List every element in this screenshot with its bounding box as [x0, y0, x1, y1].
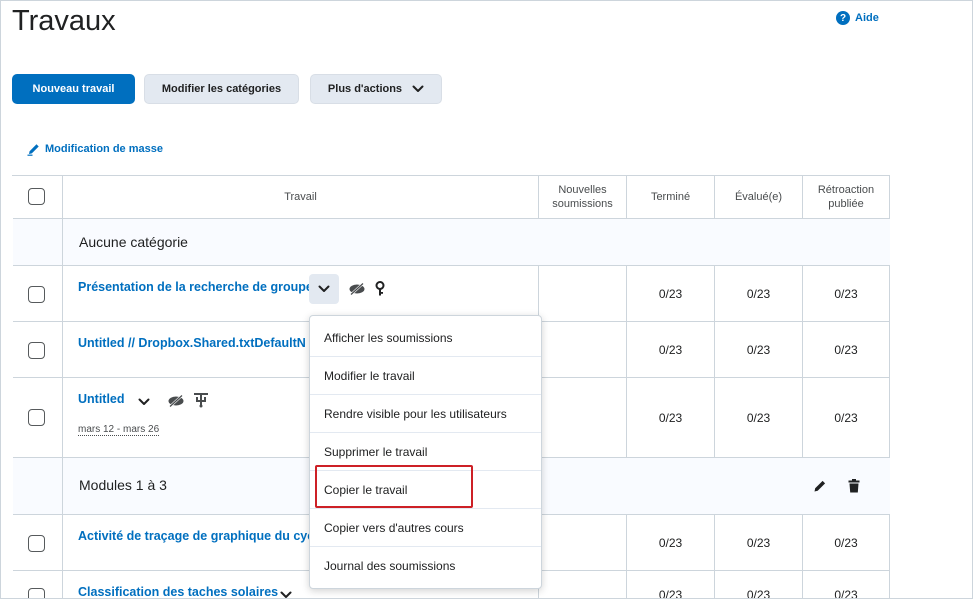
assignment-context-menu: Afficher les soumissions Modifier le tra…	[309, 315, 542, 589]
menu-item-edit-assignment[interactable]: Modifier le travail	[310, 357, 541, 395]
assignment-link[interactable]: Untitled	[78, 392, 125, 406]
assignments-page: Travaux ? Aide Nouveau travail Modifier …	[0, 0, 973, 599]
more-actions-label: Plus d'actions	[327, 83, 403, 95]
edit-category-button[interactable]	[811, 477, 829, 495]
chevron-down-icon	[280, 591, 292, 598]
evalue-value: 0/23	[715, 322, 803, 377]
table-header-row: Travail Nouvelles soumissions Terminé Év…	[13, 176, 890, 219]
termine-value: 0/23	[627, 571, 715, 598]
row-select-cell	[13, 266, 63, 321]
bulk-edit-label: Modification de masse	[45, 143, 163, 155]
header-travail[interactable]: Travail	[63, 176, 539, 218]
highlight-box	[315, 465, 473, 508]
pencil-icon	[27, 144, 39, 156]
row-checkbox[interactable]	[28, 588, 45, 598]
page-title: Travaux	[12, 5, 116, 37]
assignment-link[interactable]: Présentation de la recherche de groupe	[78, 280, 313, 294]
new-submissions-cell	[539, 515, 627, 570]
category-spacer	[13, 219, 63, 265]
new-submissions-cell	[539, 266, 627, 321]
evalue-value: 0/23	[715, 515, 803, 570]
hidden-eye-icon	[168, 394, 184, 408]
category-label: Modules 1 à 3	[79, 477, 167, 493]
header-termine: Terminé	[627, 176, 715, 218]
hidden-eye-icon	[349, 282, 365, 296]
menu-item-copy-to-other-courses[interactable]: Copier vers d'autres cours	[310, 509, 541, 547]
termine-value: 0/23	[627, 378, 715, 457]
help-label: Aide	[855, 12, 879, 24]
select-all-cell	[13, 176, 63, 218]
termine-value: 0/23	[627, 322, 715, 377]
termine-value: 0/23	[627, 515, 715, 570]
row-checkbox[interactable]	[28, 409, 45, 426]
termine-value: 0/23	[627, 266, 715, 321]
row-checkbox[interactable]	[28, 286, 45, 303]
row-select-cell	[13, 322, 63, 377]
evalue-value: 0/23	[715, 266, 803, 321]
pencil-icon	[814, 480, 826, 492]
bulk-edit-link[interactable]: Modification de masse	[27, 142, 163, 156]
row-select-cell	[13, 378, 63, 457]
row-checkbox[interactable]	[28, 535, 45, 552]
row-select-cell	[13, 515, 63, 570]
menu-item-make-visible[interactable]: Rendre visible pour les utilisateurs	[310, 395, 541, 433]
header-nouvelles: Nouvelles soumissions	[539, 176, 627, 218]
evalue-value: 0/23	[715, 571, 803, 598]
edit-categories-button[interactable]: Modifier les catégories	[144, 74, 299, 104]
select-all-checkbox[interactable]	[28, 188, 45, 205]
help-link[interactable]: ? Aide	[836, 11, 879, 25]
menu-item-submissions-log[interactable]: Journal des soumissions	[310, 547, 541, 585]
assignment-menu-button[interactable]	[309, 274, 339, 304]
retroaction-value: 0/23	[803, 571, 890, 598]
new-submissions-cell	[539, 322, 627, 377]
release-conditions-icon	[194, 393, 208, 408]
assignments-table: Travail Nouvelles soumissions Terminé Év…	[12, 175, 890, 598]
assignment-link[interactable]: Activité de traçage de graphique du cycl	[78, 529, 318, 543]
assignment-link[interactable]: Untitled // Dropbox.Shared.txtDefaultN	[78, 336, 306, 350]
category-label: Aucune catégorie	[79, 234, 188, 250]
help-icon: ?	[836, 11, 850, 25]
row-checkbox[interactable]	[28, 342, 45, 359]
new-assignment-button[interactable]: Nouveau travail	[12, 74, 135, 104]
retroaction-value: 0/23	[803, 266, 890, 321]
retroaction-value: 0/23	[803, 322, 890, 377]
assignment-name-cell: Présentation de la recherche de groupe	[63, 266, 539, 321]
assignment-link[interactable]: Classification des taches solaires	[78, 585, 278, 598]
more-actions-button[interactable]: Plus d'actions	[310, 74, 442, 104]
table-row: Présentation de la recherche de groupe 0…	[13, 266, 890, 322]
trash-icon	[848, 479, 860, 493]
key-icon	[375, 281, 385, 296]
new-submissions-cell	[539, 378, 627, 457]
assignment-menu-button[interactable]	[277, 587, 295, 598]
chevron-down-icon	[412, 85, 424, 92]
chevron-down-icon	[318, 285, 330, 292]
assignment-dates: mars 12 - mars 26	[78, 424, 160, 436]
row-select-cell	[13, 571, 63, 598]
header-retroaction: Rétroaction publiée	[803, 176, 890, 218]
header-evalue: Évalué(e)	[715, 176, 803, 218]
category-row: Aucune catégorie	[13, 219, 890, 266]
retroaction-value: 0/23	[803, 515, 890, 570]
chevron-down-icon	[138, 398, 150, 405]
assignment-menu-button[interactable]	[135, 394, 153, 410]
category-spacer	[13, 458, 63, 514]
evalue-value: 0/23	[715, 378, 803, 457]
menu-item-view-submissions[interactable]: Afficher les soumissions	[310, 319, 541, 357]
retroaction-value: 0/23	[803, 378, 890, 457]
delete-category-button[interactable]	[845, 477, 863, 495]
new-submissions-cell	[539, 571, 627, 598]
